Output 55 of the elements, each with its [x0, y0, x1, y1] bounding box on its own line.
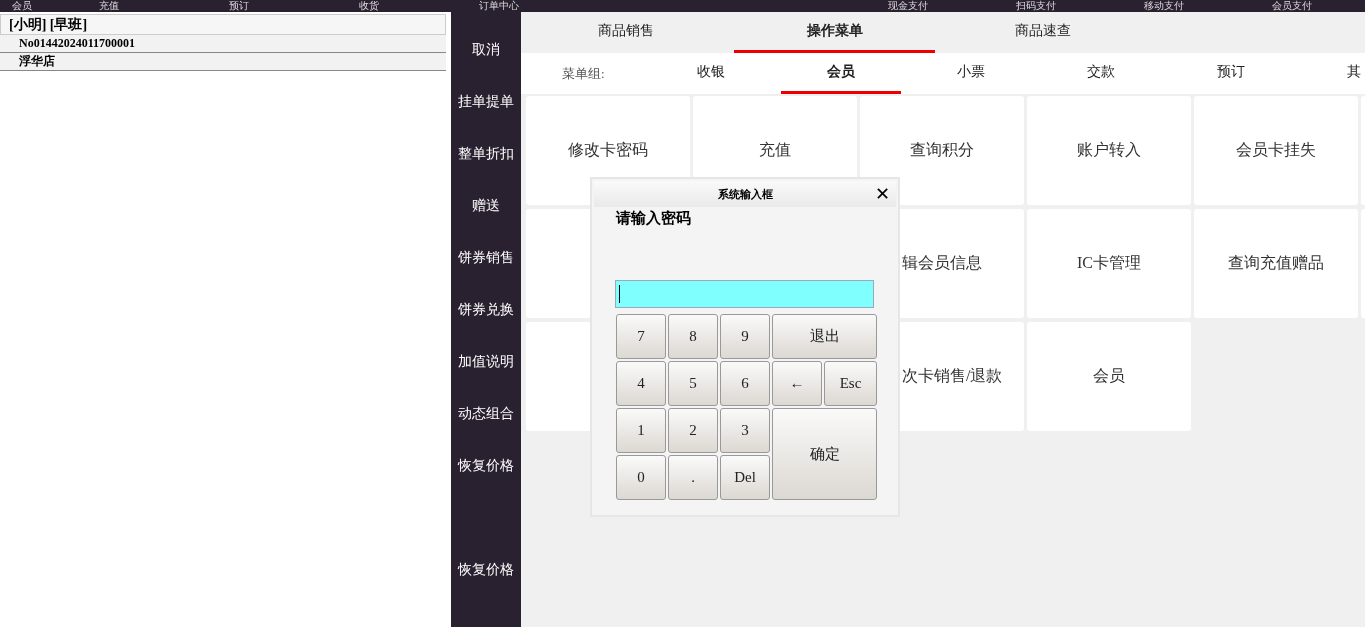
side-button[interactable]: 加值说明	[453, 336, 519, 388]
side-button[interactable]: 赠送	[453, 180, 519, 232]
side-button[interactable]: 整单折扣	[453, 128, 519, 180]
dialog-title: 系统输入框	[717, 186, 773, 202]
keypad-key[interactable]: 3	[720, 408, 770, 453]
top-menu-item[interactable]: 收货	[304, 0, 434, 12]
top-menu-item[interactable]: 预订	[174, 0, 304, 12]
side-button[interactable]: 取消	[453, 24, 519, 76]
menu-item-button[interactable]: 账户转入	[1027, 96, 1191, 205]
top-menu-item[interactable]: 现金支付	[844, 0, 972, 12]
keypad-key[interactable]: .	[668, 455, 718, 500]
side-button[interactable]: 恢复价格	[453, 544, 519, 596]
side-button[interactable]: 饼券兑换	[453, 284, 519, 336]
side-button[interactable]: 动态组合	[453, 388, 519, 440]
store-name: 浮华店	[0, 53, 446, 71]
keypad-key[interactable]: 1	[616, 408, 666, 453]
top-menu-item[interactable]: 订单中心	[434, 0, 564, 12]
menu-item-button[interactable]: IC卡管理	[1027, 209, 1191, 318]
top-menu-item[interactable]: 充值	[44, 0, 174, 12]
menu-group-tab[interactable]: 收银	[651, 53, 771, 94]
keypad-key[interactable]: 8	[668, 314, 718, 359]
menu-item-button[interactable]: 会员	[1027, 322, 1191, 431]
keypad-key[interactable]: 确定	[772, 408, 877, 500]
menu-item-button[interactable]: 查询充值赠品	[1194, 209, 1358, 318]
menu-group-label: 菜单组:	[561, 64, 606, 83]
keypad-key[interactable]: 9	[720, 314, 770, 359]
tab[interactable]: 商品销售	[521, 12, 731, 53]
keypad-key[interactable]: 0	[616, 455, 666, 500]
keypad-key[interactable]: 5	[668, 361, 718, 406]
keypad-key[interactable]: 7	[616, 314, 666, 359]
close-button[interactable]: ✕	[874, 184, 890, 204]
top-menu-item[interactable]: 会员	[0, 0, 44, 12]
keypad-key[interactable]: 6	[720, 361, 770, 406]
operator-label: [小明] [早班]	[0, 14, 446, 35]
side-button[interactable]: 饼券销售	[453, 232, 519, 284]
top-menu-item[interactable]: 移动支付	[1100, 0, 1228, 12]
side-button[interactable]: 恢复价格	[453, 440, 519, 492]
menu-group-tab[interactable]: 预订	[1171, 53, 1291, 94]
menu-group-tab[interactable]: 交款	[1041, 53, 1161, 94]
tab[interactable]: 商品速查	[938, 12, 1148, 53]
keypad-key[interactable]: 2	[668, 408, 718, 453]
keypad-key[interactable]: Del	[720, 455, 770, 500]
password-field[interactable]	[615, 280, 874, 308]
menu-group-tab[interactable]: 其	[1301, 53, 1361, 94]
prompt-text: 请输入密码	[616, 209, 692, 228]
keypad-key[interactable]: Esc	[824, 361, 877, 406]
menu-item-button[interactable]: 会员卡挂失	[1194, 96, 1358, 205]
side-button[interactable]: 挂单提单	[453, 76, 519, 128]
keypad-key[interactable]: 4	[616, 361, 666, 406]
keypad-key[interactable]: 退出	[772, 314, 877, 359]
menu-group-tab[interactable]: 小票	[911, 53, 1031, 94]
keypad-key[interactable]: ←	[772, 361, 822, 406]
top-menu-item[interactable]: 会员支付	[1228, 0, 1356, 12]
order-number: No01442024011700001	[0, 35, 446, 53]
top-menu-item[interactable]: 扫码支付	[972, 0, 1100, 12]
